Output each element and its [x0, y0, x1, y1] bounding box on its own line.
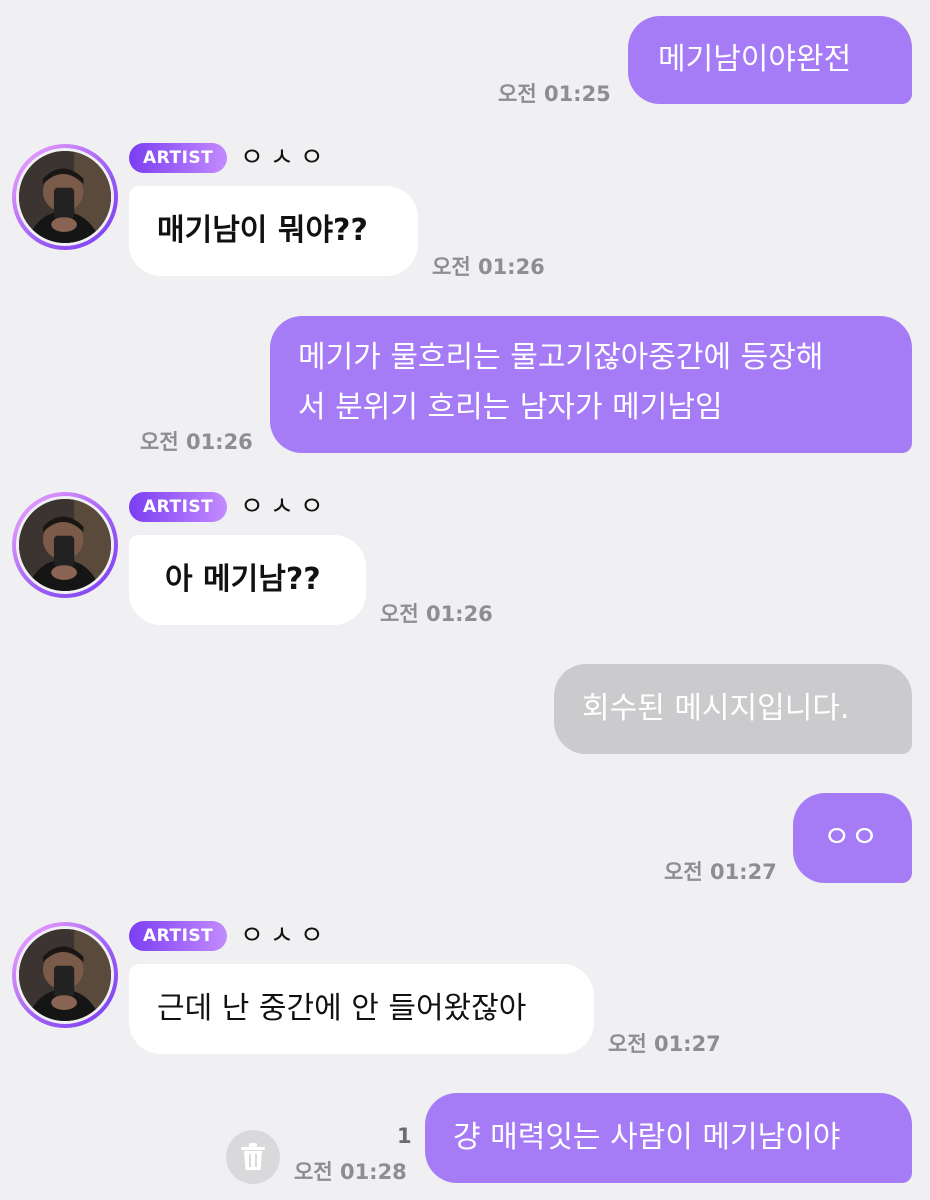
- message-timestamp: 오전 01:27: [664, 860, 777, 884]
- outgoing-message[interactable]: 걍 매력잇는 사람이 메기남이야: [425, 1093, 912, 1183]
- delete-button[interactable]: [226, 1130, 280, 1184]
- artist-avatar[interactable]: [12, 922, 118, 1028]
- incoming-message[interactable]: 아 메기남??: [129, 535, 366, 625]
- artist-badge: ARTIST: [129, 492, 228, 522]
- message-timestamp: 오전 01:25: [498, 82, 611, 106]
- artist-avatar[interactable]: [12, 492, 118, 598]
- message-timestamp: 오전 01:26: [432, 255, 545, 279]
- chat-thread: 메기남이야완전 오전 01:25 ARTIST ㅇㅅㅇ 매기남이 뭐야?? 오전…: [0, 0, 930, 1200]
- recalled-message: 회수된 메시지입니다.: [554, 664, 912, 754]
- sender-name: ㅇㅅㅇ: [240, 921, 330, 951]
- sender-name: ㅇㅅㅇ: [240, 143, 330, 173]
- outgoing-message[interactable]: ㅇㅇ: [793, 793, 912, 883]
- outgoing-message[interactable]: 메기남이야완전: [628, 16, 912, 104]
- trash-icon: [241, 1143, 265, 1170]
- message-line: 서 분위기 흐리는 남자가 메기남임: [298, 390, 723, 425]
- artist-badge: ARTIST: [129, 921, 228, 951]
- artist-badge: ARTIST: [129, 143, 228, 173]
- artist-avatar-image: [19, 929, 111, 1021]
- artist-avatar[interactable]: [12, 144, 118, 250]
- artist-avatar-image: [19, 151, 111, 243]
- message-timestamp: 오전 01:26: [380, 602, 493, 626]
- message-timestamp: 오전 01:26: [140, 430, 253, 454]
- incoming-message[interactable]: 매기남이 뭐야??: [129, 186, 418, 276]
- incoming-message[interactable]: 근데 난 중간에 안 들어왔잖아: [129, 964, 594, 1054]
- artist-avatar-image: [19, 499, 111, 591]
- message-line: 메기가 물흐리는 물고기잖아중간에 등장해: [298, 340, 824, 375]
- outgoing-message[interactable]: 메기가 물흐리는 물고기잖아중간에 등장해 서 분위기 흐리는 남자가 메기남임: [270, 316, 912, 453]
- unread-count: 1: [397, 1124, 412, 1148]
- sender-name: ㅇㅅㅇ: [240, 492, 330, 522]
- message-timestamp: 오전 01:27: [608, 1032, 721, 1056]
- message-timestamp: 오전 01:28: [294, 1160, 407, 1184]
